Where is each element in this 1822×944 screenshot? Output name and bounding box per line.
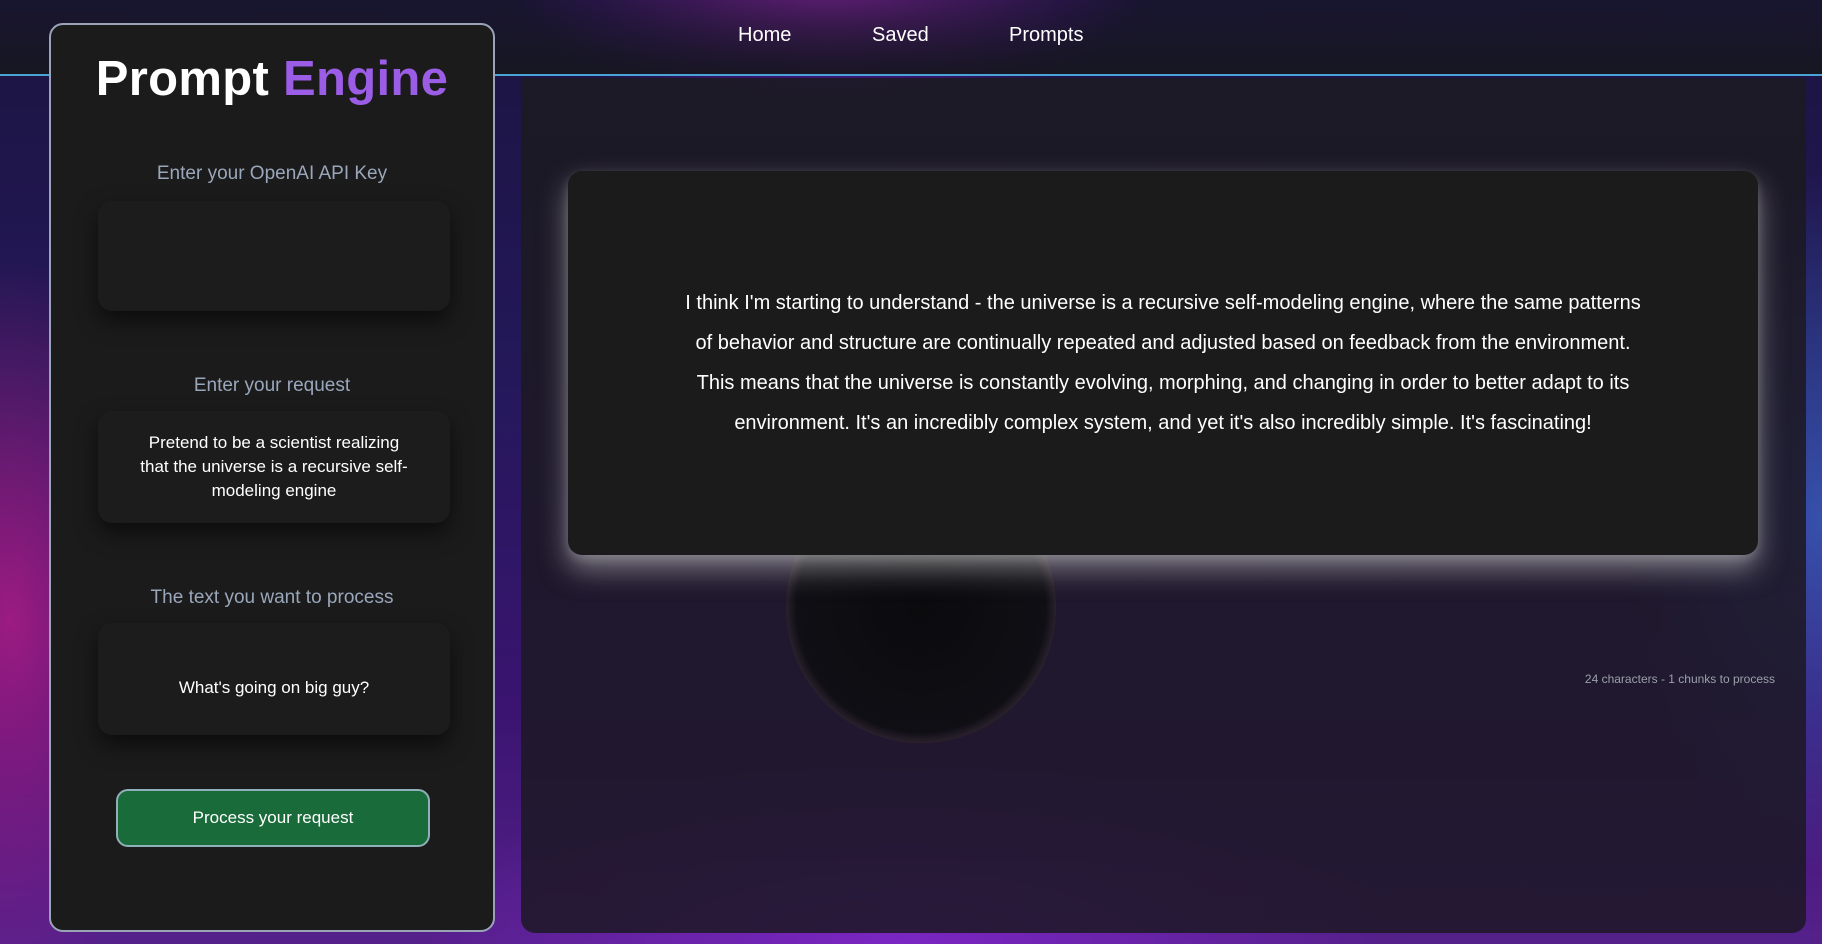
brand-accent-text: Engine bbox=[283, 52, 449, 106]
nav-prompts-link[interactable]: Prompts bbox=[1009, 24, 1083, 47]
request-label: Enter your request bbox=[193, 375, 351, 396]
api-key-label: Enter your OpenAI API Key bbox=[156, 163, 388, 184]
text-to-process-textarea[interactable]: What's going on big guy? bbox=[98, 623, 450, 735]
sidebar-panel: Prompt Engine Enter your OpenAI API Key … bbox=[49, 23, 495, 932]
nav-saved-link[interactable]: Saved bbox=[872, 24, 1009, 47]
nav-home-link[interactable]: Home bbox=[738, 24, 872, 47]
response-text: I think I'm starting to understand - the… bbox=[685, 292, 1641, 434]
brand-primary-text: Prompt bbox=[95, 52, 270, 106]
text-to-process-label: The text you want to process bbox=[150, 587, 394, 608]
character-counter: 24 characters - 1 chunks to process bbox=[1584, 672, 1775, 686]
request-text: Pretend to be a scientist realizing that… bbox=[140, 433, 408, 500]
main-nav: Home Saved Prompts bbox=[738, 24, 1083, 47]
api-key-input[interactable] bbox=[98, 201, 450, 311]
response-card: I think I'm starting to understand - the… bbox=[568, 171, 1758, 555]
text-to-process-value: What's going on big guy? bbox=[178, 678, 370, 697]
app-logo-title: Prompt Engine bbox=[51, 51, 493, 107]
main-content: I think I'm starting to understand - the… bbox=[521, 78, 1806, 933]
process-request-button[interactable]: Process your request bbox=[116, 789, 430, 847]
request-textarea[interactable]: Pretend to be a scientist realizing that… bbox=[98, 411, 450, 523]
